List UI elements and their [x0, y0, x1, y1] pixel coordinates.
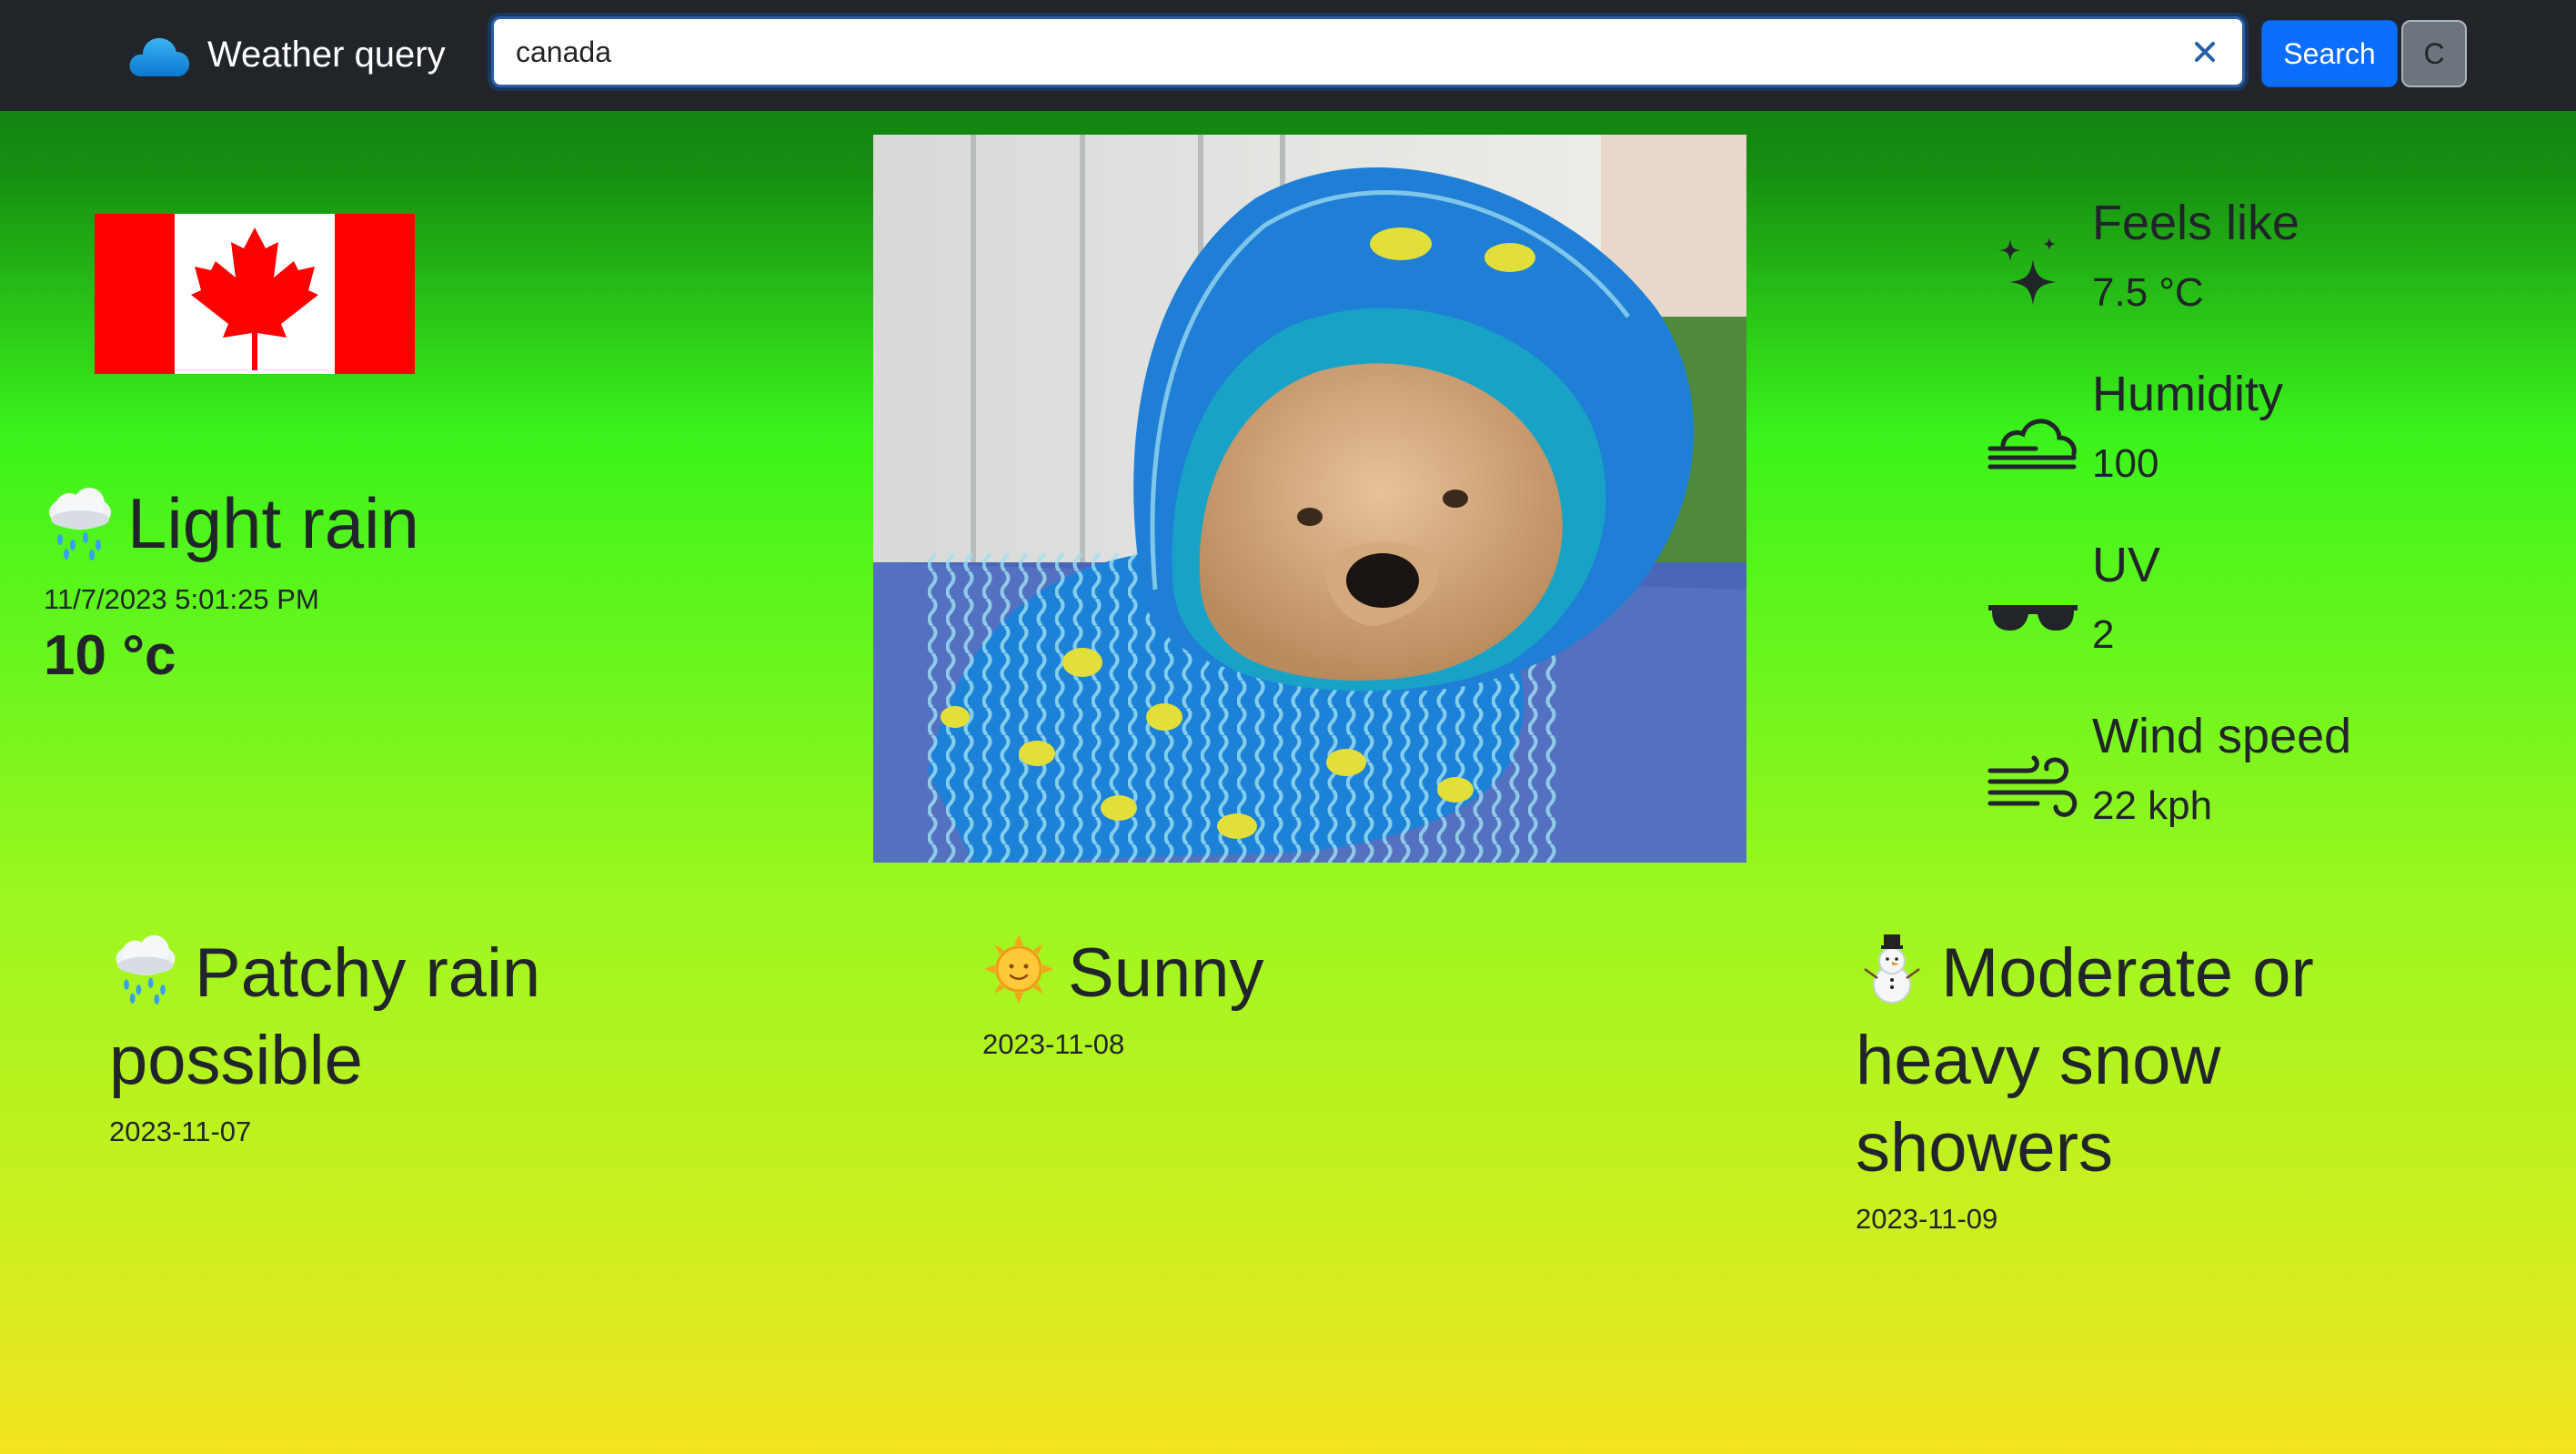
stat-value: 7.5 °C — [2092, 270, 2204, 315]
forecast-condition: Moderate or heavy snow showers — [1856, 930, 2492, 1192]
stat-value: 2 — [2092, 612, 2115, 657]
current-condition-text: Light rain — [127, 483, 419, 563]
stat-value: 100 — [2092, 441, 2159, 486]
stat-label: UV — [2092, 538, 2161, 592]
forecast-day-3: Moderate or heavy snow showers 2023-11-0… — [1856, 930, 2492, 1233]
stat-label: Humidity — [2092, 367, 2284, 421]
forecast-day-2: Sunny 2023-11-08 — [982, 930, 1637, 1058]
search-button[interactable]: Search — [2261, 20, 2398, 87]
brand-title: Weather query — [207, 35, 446, 75]
navbar: Weather query Search C — [0, 0, 2576, 111]
stat-wind-speed: Wind speed 22 kph — [1983, 712, 2401, 857]
rain-cloud-icon — [49, 488, 111, 560]
forecast-date: 2023-11-08 — [982, 1028, 1125, 1060]
cloud-icon — [129, 37, 190, 76]
cloud-wind-icon — [1987, 419, 2077, 470]
rain-cloud-icon — [116, 934, 176, 1005]
forecast-day-1: Patchy rain possible 2023-11-07 — [109, 930, 764, 1146]
clear-search-icon[interactable] — [2193, 40, 2217, 64]
snowman-icon — [1864, 934, 1920, 1004]
forecast-condition: Sunny — [982, 930, 1637, 1017]
canada-flag — [95, 214, 415, 374]
stat-label: Wind speed — [2092, 709, 2352, 763]
weather-photo — [873, 135, 1746, 863]
forecast-date: 2023-11-09 — [1856, 1203, 1998, 1235]
stat-feels-like: Feels like 7.5 °C — [1983, 198, 2401, 344]
forecast-condition: Patchy rain possible — [109, 930, 764, 1105]
brand[interactable]: Weather query — [127, 25, 446, 85]
stat-uv: UV 2 — [1983, 540, 2401, 686]
wind-icon — [1987, 755, 2078, 817]
current-datetime: 11/7/2023 5:01:25 PM — [44, 583, 319, 615]
sunglasses-icon — [1988, 605, 2078, 631]
unit-toggle-button[interactable]: C — [2401, 20, 2467, 87]
forecast-condition-text: Sunny — [1068, 934, 1264, 1012]
current-temperature: 10 °c — [44, 624, 176, 687]
current-condition: Light rain — [42, 473, 419, 573]
stat-humidity: Humidity 100 — [1983, 369, 2401, 515]
search-box — [491, 16, 2245, 87]
stat-value: 22 kph — [2092, 783, 2213, 828]
stars-icon — [1999, 237, 2056, 305]
forecast-date: 2023-11-07 — [109, 1116, 252, 1147]
sun-icon — [984, 934, 1053, 1004]
search-input[interactable] — [494, 19, 2149, 85]
stat-label: Feels like — [2092, 196, 2300, 250]
